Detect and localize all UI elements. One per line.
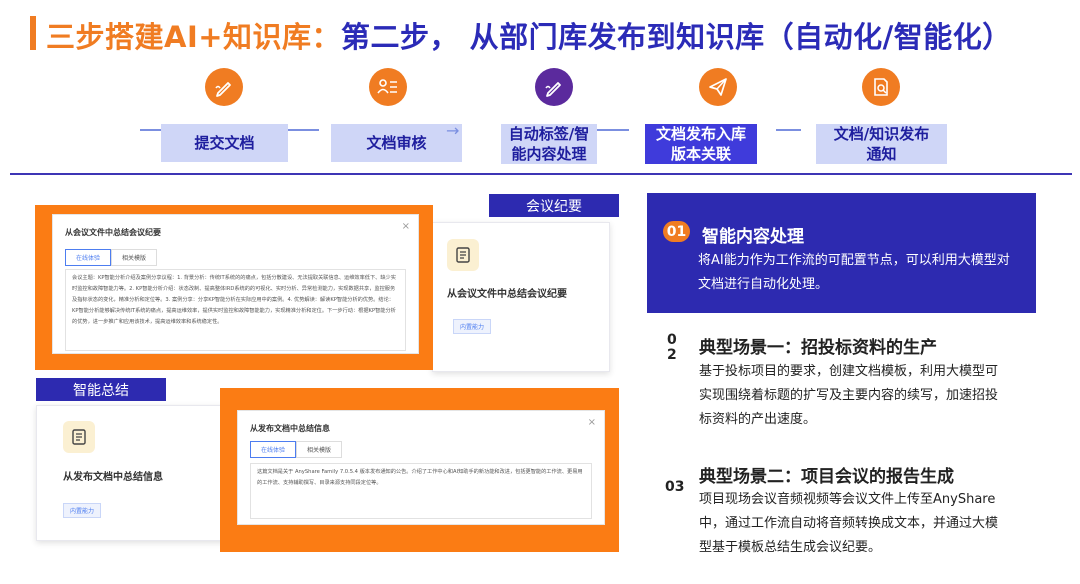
step-publish-line1: 文档发布入库	[655, 125, 746, 143]
item2-number-top: 0	[667, 332, 677, 348]
meeting-summary-dialog: 从会议文件中总结会议纪要 × 在线体验 相关模版 会议主题：KP智能分析介绍及案…	[52, 214, 419, 354]
capability-card-publish-summary[interactable]: 从发布文档中总结信息 内置能力	[36, 405, 236, 541]
paper-plane-icon	[699, 68, 737, 106]
item3-title: 典型场景二：项目会议的报告生成	[699, 467, 954, 487]
step-connector	[140, 129, 162, 131]
step-notify-line1: 文档/知识发布	[833, 125, 930, 143]
step-connector	[288, 129, 319, 131]
step-publish-line2: 版本关联	[670, 145, 731, 163]
builtin-tag: 内置能力	[453, 319, 492, 334]
document-icon	[447, 239, 479, 271]
dialog-output-text: 会议主题：KP智能分析介绍及案例分享议程：1. 背景分析：传统IT系统的的痛点，…	[65, 269, 406, 351]
step-connector	[776, 129, 801, 131]
title-accent-bar	[30, 16, 36, 50]
dialog-output-text: 这篇文档是关于 AnyShare Family 7.0.5.4 版本发布通知的公…	[250, 463, 592, 519]
page-title: 三步搭建AI+知识库：第二步， 从部门库发布到知识库（自动化/智能化）	[46, 14, 1012, 56]
item1-title: 智能内容处理	[702, 227, 804, 247]
dialog-tabs: 在线体验 相关模版	[65, 249, 158, 266]
builtin-tag: 内置能力	[63, 503, 102, 518]
tab-try-online[interactable]: 在线体验	[65, 249, 112, 266]
step-notify-line2: 通知	[866, 145, 897, 163]
dialog-title: 从会议文件中总结会议纪要	[65, 228, 161, 237]
dialog-title: 从发布文档中总结信息	[250, 424, 330, 433]
step-auto-tag-line1: 自动标签/智	[508, 125, 590, 143]
item-number-badge: 01	[663, 221, 690, 242]
page-title-rest: 第二步， 从部门库发布到知识库（自动化/智能化）	[341, 20, 1012, 54]
document-search-icon	[862, 68, 900, 106]
ai-pen-icon	[535, 68, 573, 106]
item2-title: 典型场景一：招投标资料的生产	[699, 338, 937, 358]
step-submit[interactable]: 提交文档	[161, 124, 288, 162]
item2-number: 0 2	[667, 333, 677, 363]
dialog-tabs: 在线体验 相关模版	[250, 441, 343, 458]
publish-summary-dialog: 从发布文档中总结信息 × 在线体验 相关模版 这篇文档是关于 AnyShare …	[237, 410, 605, 525]
capability-card-meeting[interactable]: 从会议文件中总结会议纪要 内置能力	[432, 222, 610, 372]
pen-icon	[205, 68, 243, 106]
review-list-icon	[369, 68, 407, 106]
item3-text: 项目现场会议音频视频等会议文件上传至AnyShare中，通过工作流自动将音频转换…	[699, 492, 999, 555]
section-divider	[10, 173, 1072, 175]
item1-text: 将AI能力作为工作流的可配置节点，可以利用大模型对文档进行自动化处理。	[698, 253, 1010, 292]
tab-templates[interactable]: 相关模版	[296, 441, 343, 458]
tab-try-online[interactable]: 在线体验	[250, 441, 297, 458]
card-title: 从会议文件中总结会议纪要	[447, 289, 567, 300]
step-auto-tag[interactable]: 自动标签/智 能内容处理	[501, 124, 597, 164]
arrow-right-icon: →	[446, 121, 460, 140]
step-review-label: 文档审核	[366, 134, 427, 152]
item2-number-bottom: 2	[667, 347, 677, 363]
step-submit-label: 提交文档	[194, 134, 255, 152]
meeting-minutes-label: 会议纪要	[489, 194, 619, 217]
step-publish[interactable]: 文档发布入库 版本关联	[645, 124, 757, 164]
step-review[interactable]: 文档审核	[331, 124, 462, 162]
document-icon	[63, 421, 95, 453]
card-title: 从发布文档中总结信息	[63, 472, 163, 483]
step-notify[interactable]: 文档/知识发布 通知	[816, 124, 947, 164]
close-icon[interactable]: ×	[588, 417, 596, 428]
step-connector	[597, 129, 629, 131]
page-title-lead: 三步搭建AI+知识库：	[46, 20, 342, 54]
step-auto-tag-line2: 能内容处理	[511, 145, 587, 163]
item2-text: 基于投标项目的要求，创建文档模板，利用大模型可实现围绕着标题的扩写及主要内容的续…	[699, 364, 999, 427]
close-icon[interactable]: ×	[402, 221, 410, 232]
smart-summary-label: 智能总结	[36, 378, 166, 401]
item3-number: 03	[665, 479, 685, 495]
tab-templates[interactable]: 相关模版	[111, 249, 158, 266]
